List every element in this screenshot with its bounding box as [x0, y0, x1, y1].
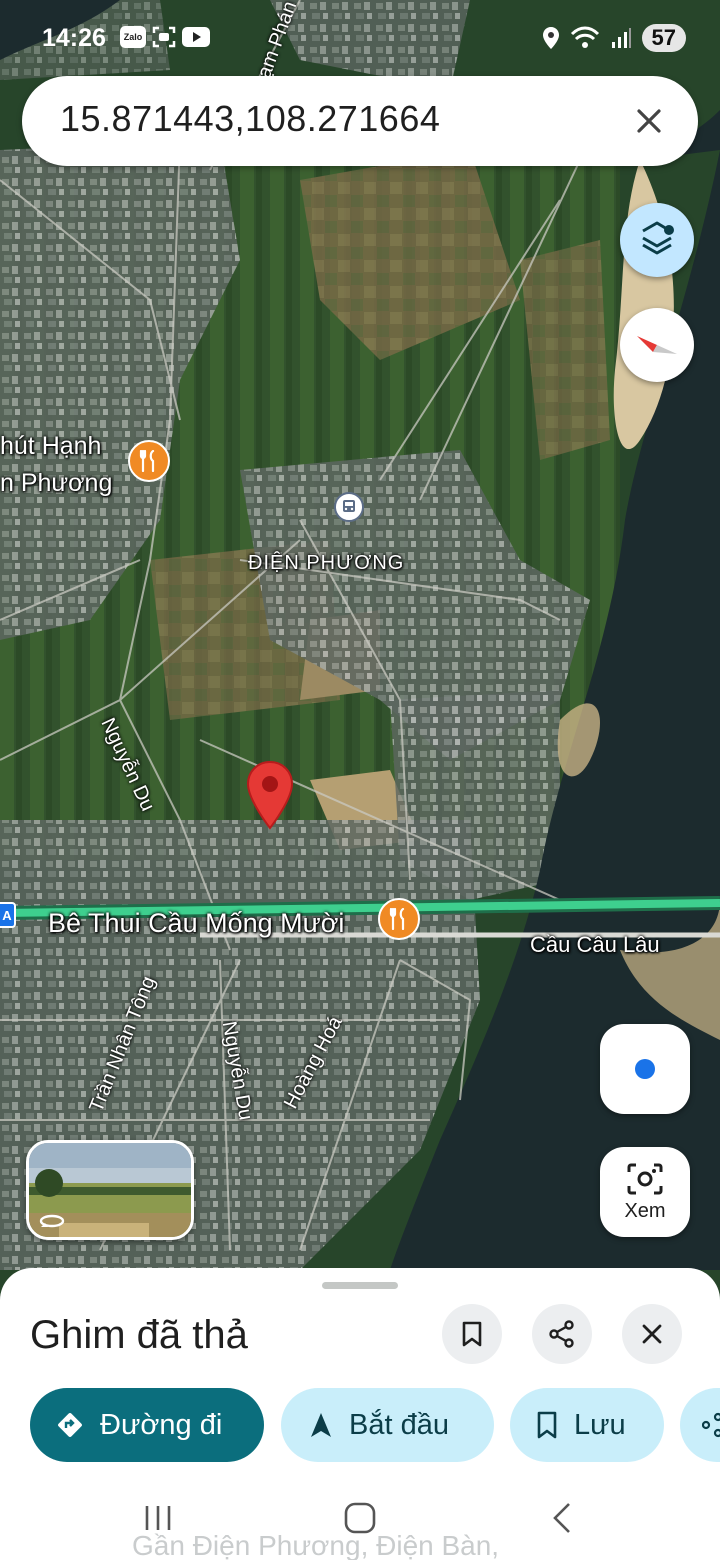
camera-lens-icon [627, 1163, 663, 1194]
home-icon [344, 1502, 376, 1534]
bookmark-icon [462, 1321, 482, 1347]
start-navigation-button[interactable]: Bắt đầu [281, 1388, 494, 1462]
restaurant-marker-icon[interactable] [378, 898, 420, 940]
drag-handle[interactable] [322, 1282, 398, 1289]
back-icon [553, 1503, 570, 1533]
share-chip-button[interactable] [680, 1388, 720, 1462]
close-icon [637, 109, 661, 133]
location-status-icon [542, 27, 559, 49]
system-navigation-bar [0, 1480, 720, 1560]
lens-label: Xem [624, 1199, 666, 1222]
layers-icon [642, 221, 674, 255]
home-button[interactable] [330, 1498, 390, 1538]
poi-name-line2[interactable]: n Phương [0, 469, 112, 498]
restaurant-label[interactable]: Bê Thui Cầu Mống Mười [48, 908, 344, 939]
recent-apps-button[interactable] [128, 1498, 188, 1538]
layers-button[interactable] [620, 203, 694, 277]
youtube-icon [182, 26, 210, 53]
save-icon-button[interactable] [442, 1304, 502, 1364]
clear-search-button[interactable] [624, 96, 674, 146]
360-view-icon [39, 1214, 65, 1228]
scan-icon [152, 26, 176, 53]
bus-stop-icon[interactable] [334, 492, 364, 522]
status-bar: 14:26 Zalo 57 [0, 0, 720, 76]
share-button[interactable] [532, 1304, 592, 1364]
navigation-arrow-icon [309, 1411, 333, 1439]
dropped-pin-icon[interactable] [246, 760, 294, 830]
back-button[interactable] [532, 1498, 592, 1538]
lens-button[interactable]: Xem [600, 1147, 690, 1237]
system-icons: 57 [542, 24, 686, 52]
directions-icon [56, 1411, 84, 1439]
zalo-icon: Zalo [120, 26, 146, 48]
highway-shield-icon: A [0, 902, 16, 928]
share-icon [549, 1320, 574, 1348]
place-title: Ghim đã thả [30, 1313, 248, 1357]
share-icon [702, 1412, 720, 1438]
directions-button[interactable]: Đường đi [30, 1388, 264, 1462]
status-time: 14:26 [42, 24, 106, 52]
compass-button[interactable] [620, 308, 694, 382]
signal-icon [611, 28, 631, 48]
recent-apps-icon [145, 1506, 171, 1530]
close-icon [642, 1324, 662, 1344]
my-location-icon [632, 1056, 658, 1082]
wifi-icon [570, 26, 599, 48]
battery-indicator: 57 [641, 24, 686, 52]
area-label: ĐIỆN PHƯƠNG [248, 552, 405, 574]
search-input[interactable]: 15.871443,108.271664 [60, 98, 440, 140]
poi-name-line1[interactable]: hút Hạnh [0, 432, 101, 461]
notification-icons: Zalo [120, 26, 210, 53]
compass-icon [637, 336, 677, 354]
save-button[interactable]: Lưu [510, 1388, 664, 1462]
bookmark-icon [536, 1411, 558, 1439]
bridge-label[interactable]: Cầu Câu Lâu [530, 932, 660, 958]
directions-label: Đường đi [100, 1408, 223, 1441]
start-label: Bắt đầu [349, 1408, 449, 1441]
my-location-button[interactable] [600, 1024, 690, 1114]
save-label: Lưu [574, 1408, 626, 1441]
search-bar[interactable]: 15.871443,108.271664 [22, 76, 698, 166]
restaurant-poi-icon[interactable] [128, 440, 170, 482]
street-view-thumbnail[interactable] [26, 1140, 194, 1240]
close-sheet-button[interactable] [622, 1304, 682, 1364]
place-bottom-sheet[interactable]: Ghim đã thả Đường đi Bắt đầu Lưu Gần Điệ… [0, 1268, 720, 1560]
